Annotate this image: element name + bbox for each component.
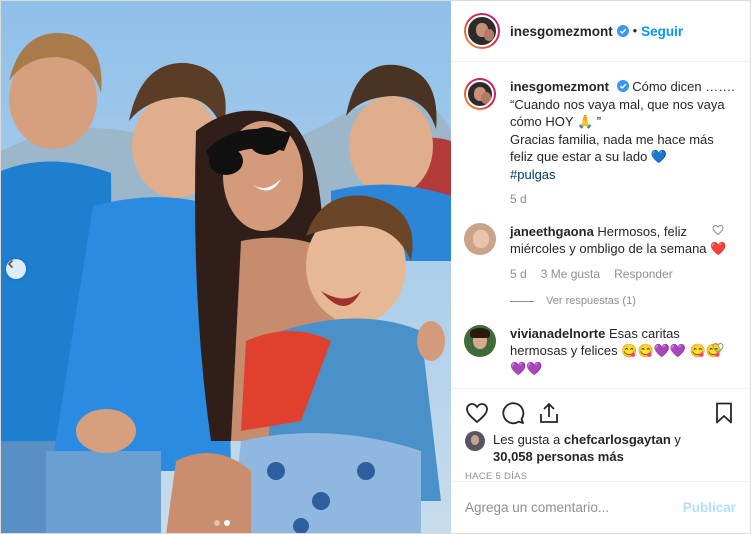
comment-body: janeethgaona Hermosos, feliz miércoles y…: [510, 223, 737, 311]
comment-emoji: 😋: [621, 343, 638, 358]
comment-input[interactable]: [465, 500, 683, 515]
verified-badge-icon: [616, 25, 629, 37]
commenter-avatar[interactable]: [464, 324, 496, 357]
post-container: inesgomezmont • Seguir inesgomezmont Cóm…: [0, 0, 751, 534]
comment-item: vivianadelnorte Esas caritas hermosas y …: [464, 324, 737, 378]
likes-connector: y: [670, 432, 681, 447]
comment-like-heart-icon[interactable]: [712, 224, 724, 236]
comment-emoji: 💜: [526, 360, 543, 376]
replies-line: [510, 301, 534, 303]
publish-button[interactable]: Publicar: [683, 500, 736, 515]
verified-badge-icon: [616, 80, 629, 92]
post-timestamp[interactable]: HACE 5 DÍAS: [451, 465, 750, 482]
header-separator: •: [632, 24, 638, 38]
comment-emoji: 😋: [637, 343, 654, 358]
caption-time[interactable]: 5 d: [510, 191, 527, 209]
caption-body: inesgomezmont Cómo dicen ……. “Cuando nos…: [510, 78, 737, 209]
post-photo[interactable]: [1, 1, 451, 533]
comment-item: janeethgaona Hermosos, feliz miércoles y…: [464, 222, 737, 311]
likes-prefix: Les gusta a: [493, 432, 564, 447]
comment-emoji: 💜: [653, 343, 670, 358]
liker-username[interactable]: chefcarlosgaytan: [564, 432, 671, 447]
follow-button[interactable]: Seguir: [641, 24, 683, 39]
post-side-panel: inesgomezmont • Seguir inesgomezmont Cóm…: [451, 1, 750, 533]
author-username[interactable]: inesgomezmont: [510, 24, 613, 39]
comment-body: vivianadelnorte Esas caritas hermosas y …: [510, 325, 737, 378]
commenter-avatar[interactable]: [464, 222, 496, 255]
comment-emoji: 💜: [510, 360, 527, 376]
view-replies-label: Ver respuestas (1): [546, 295, 636, 307]
comments-list[interactable]: inesgomezmont Cómo dicen ……. “Cuando nos…: [451, 62, 750, 388]
add-comment-bar: Publicar: [451, 481, 750, 533]
post-header: inesgomezmont • Seguir: [451, 1, 750, 62]
comment-time[interactable]: 5 d: [510, 266, 527, 284]
author-avatar[interactable]: [464, 13, 500, 49]
comment-emoji: 💜: [669, 343, 687, 358]
likes-count[interactable]: 30,058 personas más: [493, 449, 624, 464]
post-actions-area: Les gusta a chefcarlosgaytan y 30,058 pe…: [451, 388, 750, 533]
chevron-left-icon: [7, 259, 14, 269]
heart-icon[interactable]: [465, 401, 489, 425]
caption-avatar[interactable]: [464, 78, 496, 110]
comment-bubble-icon[interactable]: [501, 401, 525, 425]
comment-username[interactable]: vivianadelnorte: [510, 326, 605, 341]
view-replies-button[interactable]: Ver respuestas (1): [510, 293, 737, 311]
likes-summary[interactable]: Les gusta a chefcarlosgaytan y 30,058 pe…: [451, 429, 750, 465]
carousel-prev-button[interactable]: [6, 259, 26, 279]
carousel-dot-active: [224, 520, 230, 526]
family-photo-illustration: [1, 1, 451, 533]
comment-username[interactable]: janeethgaona: [510, 224, 594, 239]
liker-avatar[interactable]: [465, 431, 485, 451]
carousel-dot: [214, 520, 220, 526]
carousel-indicator: [214, 520, 230, 526]
caption-username[interactable]: inesgomezmont: [510, 79, 609, 94]
bookmark-icon[interactable]: [712, 401, 736, 425]
hashtag-link[interactable]: #pulgas: [510, 167, 556, 182]
caption: inesgomezmont Cómo dicen ……. “Cuando nos…: [464, 78, 737, 209]
share-icon[interactable]: [537, 401, 561, 425]
action-icons: [451, 389, 750, 429]
comment-likes[interactable]: 3 Me gusta: [541, 266, 600, 284]
comment-emoji: 😋: [689, 343, 706, 358]
reply-button[interactable]: Responder: [614, 266, 673, 284]
comment-like-heart-icon[interactable]: [712, 342, 724, 354]
